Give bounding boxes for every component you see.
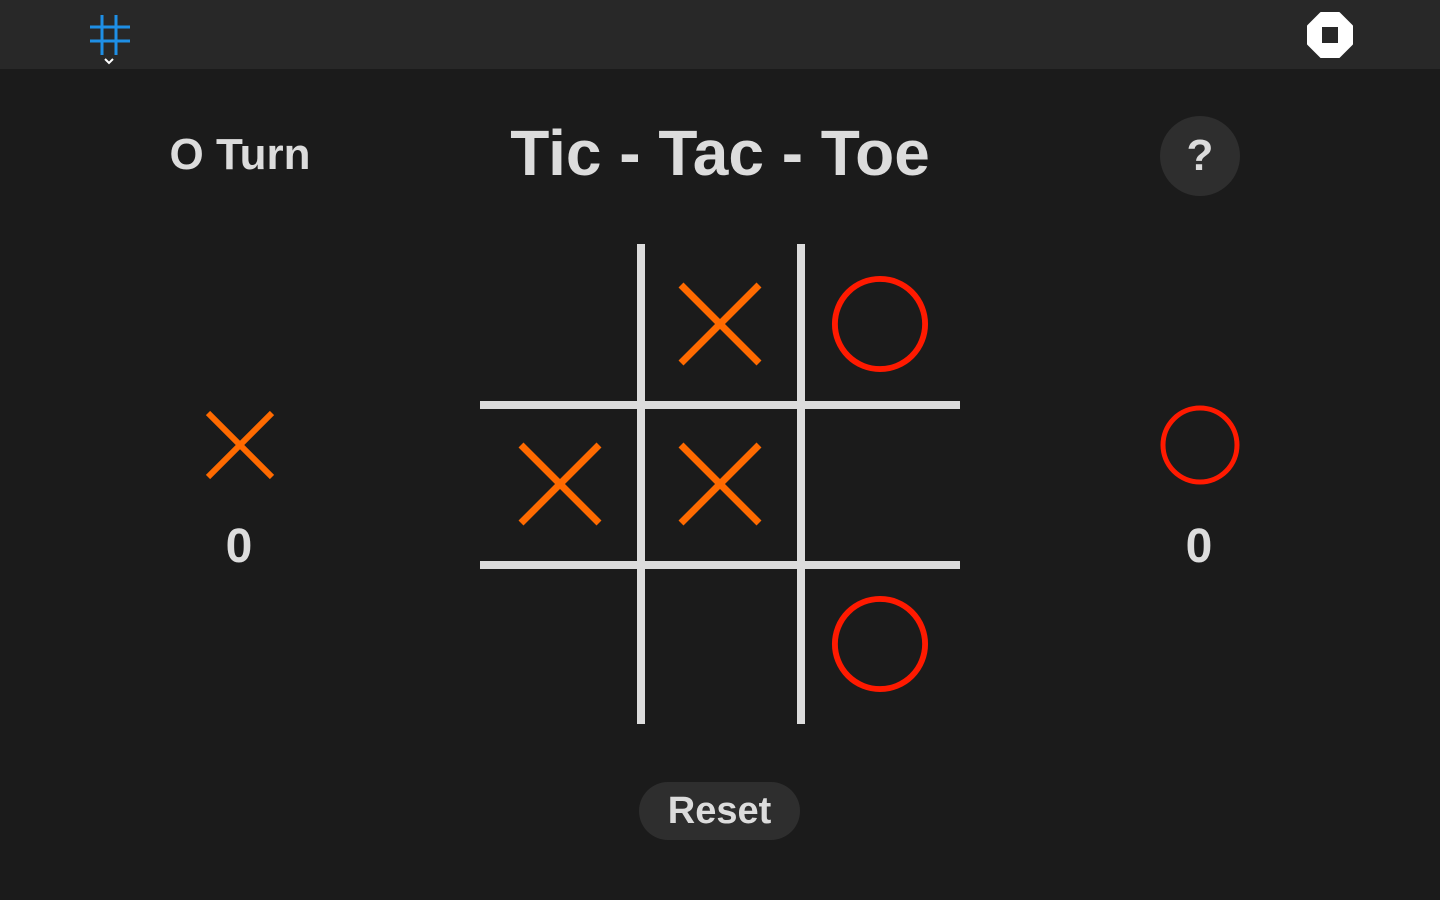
reset-label: Reset: [667, 789, 772, 832]
score-x-icon: [200, 405, 280, 485]
help-label: ?: [1186, 131, 1214, 180]
cell-3[interactable]: [800, 244, 960, 404]
x-mark-icon: [675, 279, 765, 369]
x-mark-icon: [675, 439, 765, 529]
hash-grid-icon[interactable]: [88, 13, 132, 65]
top-bar: [0, 0, 1440, 69]
page-title: Tic - Tac - Toe: [510, 117, 930, 189]
turn-indicator: O Turn: [169, 130, 311, 179]
cell-8[interactable]: [640, 564, 800, 724]
cell-7[interactable]: [480, 564, 640, 724]
x-mark-icon: [515, 439, 605, 529]
cell-4[interactable]: [480, 404, 640, 564]
stop-button[interactable]: [1307, 12, 1353, 58]
cell-2[interactable]: [640, 244, 800, 404]
o-mark-icon: [830, 594, 930, 694]
cell-9[interactable]: [800, 564, 960, 724]
cell-5[interactable]: [640, 404, 800, 564]
stop-octagon-icon: [1307, 12, 1353, 58]
help-button[interactable]: ?: [1160, 116, 1240, 196]
score-o-icon: [1160, 405, 1240, 485]
reset-button[interactable]: Reset: [639, 782, 800, 840]
game-board: [480, 244, 960, 724]
cell-1[interactable]: [480, 244, 640, 404]
score-x-value: 0: [225, 520, 253, 573]
score-o-value: 0: [1185, 520, 1213, 573]
o-mark-icon: [830, 274, 930, 374]
cell-6[interactable]: [800, 404, 960, 564]
